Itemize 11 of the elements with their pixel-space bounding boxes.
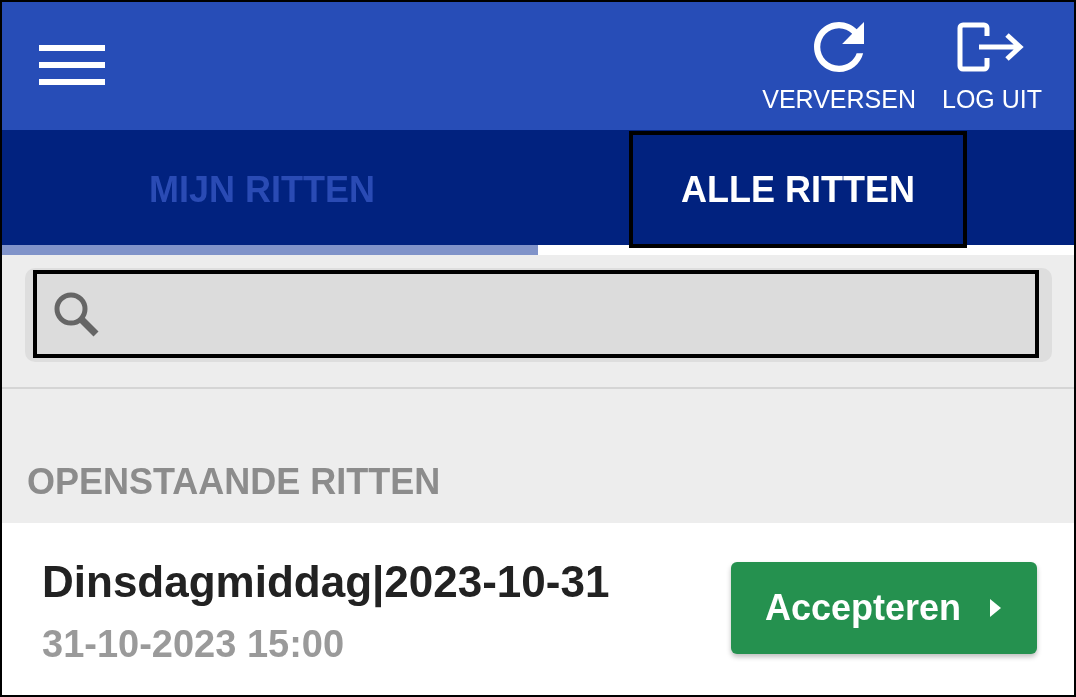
section-title: OPENSTAANDE RITTEN [27,460,441,504]
logout-button[interactable]: LOG UIT [942,2,1042,114]
ride-datetime: 31-10-2023 15:00 [42,622,346,667]
caret-icon [990,599,1001,617]
refresh-button[interactable]: VERVERSEN [762,2,916,114]
menu-icon[interactable] [39,45,105,85]
refresh-icon [814,22,865,72]
search-icon [53,291,99,337]
tab[interactable]: ALLE RITTEN [629,131,967,248]
accept-button[interactable]: Accepteren [731,562,1037,654]
ride-title: Dinsdagmiddag|2023-10-31 [42,556,610,608]
